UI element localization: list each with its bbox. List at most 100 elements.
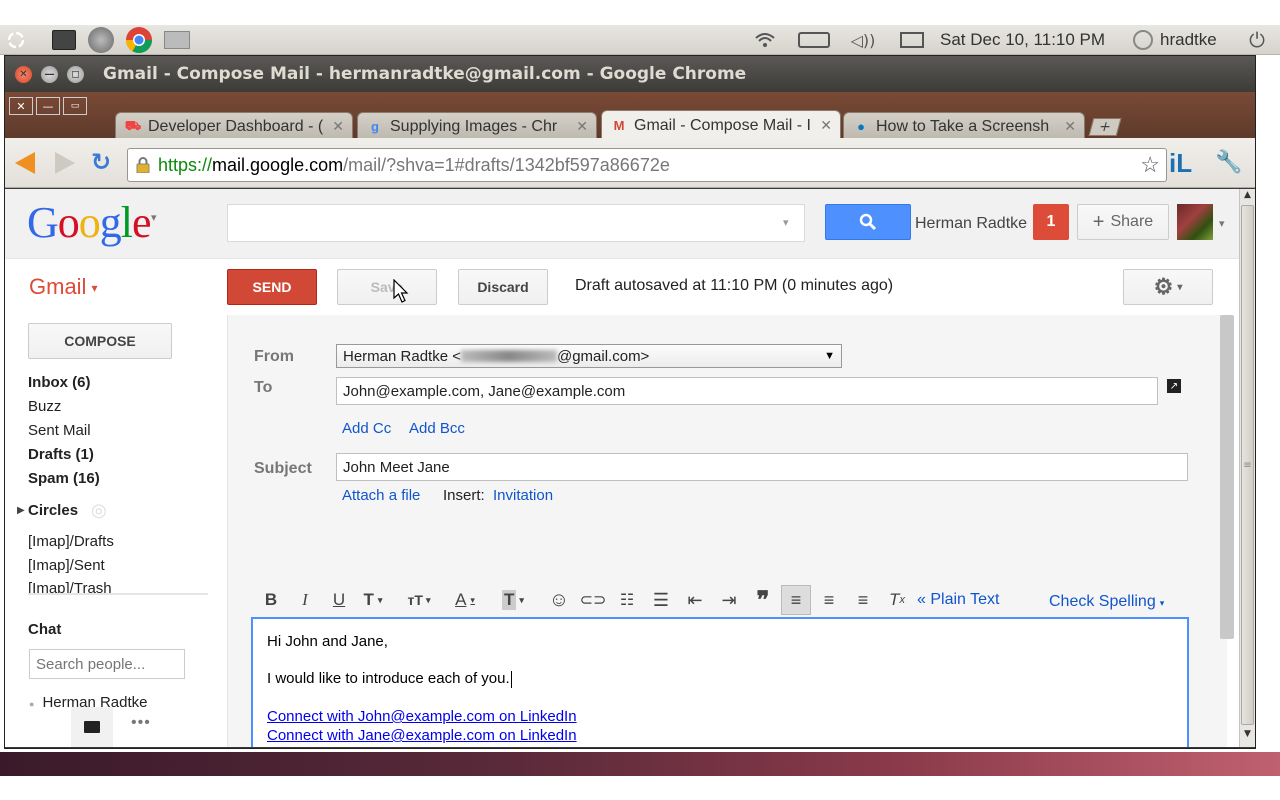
nav-spam[interactable]: Spam (16) — [28, 470, 100, 487]
notification-badge[interactable]: 1 — [1033, 204, 1069, 240]
close-window-icon[interactable]: ✕ — [15, 66, 32, 83]
workspace-icon[interactable] — [162, 29, 192, 51]
power-icon[interactable]: ⏻ — [1244, 28, 1270, 52]
indent-less-icon[interactable]: ⇤ — [683, 588, 707, 612]
tab-screenshot-howto[interactable]: ● How to Take a Screensh ✕ — [843, 112, 1085, 140]
new-tab-button[interactable]: + — [1088, 118, 1122, 136]
quote-icon[interactable]: ❞ — [751, 587, 775, 614]
circles-expand-icon[interactable]: ▶ — [17, 505, 25, 516]
popout-icon[interactable]: ↗ — [1167, 379, 1181, 393]
mail-icon[interactable] — [898, 29, 926, 51]
address-bar[interactable]: https://mail.google.com/mail/?shva=1#dra… — [127, 148, 1167, 182]
terminal-icon[interactable] — [50, 29, 78, 51]
google-logo[interactable]: Google — [27, 197, 152, 248]
font-icon[interactable]: T ▾ — [361, 588, 385, 612]
minimize-window-icon[interactable]: — — [41, 66, 58, 83]
search-button[interactable] — [825, 204, 911, 240]
tab-supplying-images[interactable]: g Supplying Images - Chr ✕ — [357, 112, 597, 140]
tab-close-icon[interactable]: ✕ — [332, 118, 344, 135]
tab-gmail-compose[interactable]: M Gmail - Compose Mail - I ✕ — [601, 110, 841, 140]
save-button[interactable]: Save — [337, 269, 437, 305]
logo-dropdown-icon[interactable]: ▾ — [151, 211, 157, 224]
bold-icon[interactable]: B — [259, 588, 283, 612]
ubuntu-logo-icon[interactable] — [4, 29, 28, 51]
browser-globe-icon[interactable] — [86, 27, 116, 53]
account-name[interactable]: Herman Radtke — [915, 215, 1027, 233]
forward-arrow-icon[interactable] — [55, 152, 75, 174]
add-bcc-link[interactable]: Add Bcc — [409, 420, 465, 437]
text-color-icon[interactable]: A ▾ — [453, 588, 477, 612]
from-select[interactable]: Herman Radtke < @gmail.com> ▼ — [336, 344, 842, 368]
nav-sent-mail[interactable]: Sent Mail — [28, 422, 91, 439]
tab-close-icon[interactable]: ✕ — [1064, 118, 1076, 135]
search-input[interactable] — [227, 204, 805, 242]
subject-field[interactable]: John Meet Jane — [336, 453, 1188, 481]
datetime[interactable]: Sat Dec 10, 11:10 PM — [940, 29, 1118, 51]
invitation-link[interactable]: Invitation — [493, 487, 553, 504]
underline-icon[interactable]: U — [327, 588, 351, 612]
reload-icon[interactable]: ↻ — [91, 148, 111, 176]
wifi-icon[interactable] — [752, 29, 778, 51]
chrome-minimize-icon[interactable]: — — [36, 97, 60, 115]
message-body[interactable]: Hi John and Jane, I would like to introd… — [251, 617, 1189, 747]
tab-close-icon[interactable]: ✕ — [576, 118, 588, 135]
compose-scrollbar[interactable] — [1220, 315, 1234, 639]
bookmark-star-icon[interactable]: ☆ — [1140, 152, 1160, 178]
send-button[interactable]: SEND — [227, 269, 317, 305]
nav-label-drafts[interactable]: [Imap]/Drafts — [28, 533, 114, 550]
wrench-icon[interactable]: 🔧 — [1215, 150, 1242, 175]
scroll-thumb[interactable]: ≡ — [1241, 205, 1254, 725]
nav-buzz[interactable]: Buzz — [28, 398, 61, 415]
emoji-icon[interactable]: ☺ — [547, 588, 571, 612]
share-button[interactable]: + Share — [1077, 204, 1169, 240]
gmail-menu[interactable]: Gmail ▾ — [29, 274, 97, 300]
settings-button[interactable]: ⚙ ▾ — [1123, 269, 1213, 305]
chrome-maximize-icon[interactable]: ▭ — [63, 97, 87, 115]
back-arrow-icon[interactable] — [15, 152, 35, 174]
chrome-close-icon[interactable]: ✕ — [9, 97, 33, 115]
check-spelling-link[interactable]: Check Spelling ▾ — [1049, 593, 1164, 611]
linkedin-link-jane[interactable]: Connect with Jane@example.com on LinkedI… — [267, 727, 577, 744]
link-icon[interactable]: ⊂⊃ — [580, 588, 607, 612]
align-center-icon[interactable]: ≡ — [817, 588, 841, 612]
remove-formatting-icon[interactable]: Tx — [885, 588, 909, 612]
tab-close-icon[interactable]: ✕ — [820, 117, 832, 134]
chat-bubble-icon[interactable] — [71, 707, 113, 747]
nav-circles[interactable]: Circles — [28, 502, 78, 519]
italic-icon[interactable]: I — [293, 588, 317, 612]
linkedin-link-john[interactable]: Connect with John@example.com on LinkedI… — [267, 708, 577, 725]
user-name[interactable]: hradtke — [1160, 29, 1230, 51]
compose-button[interactable]: COMPOSE — [28, 323, 172, 359]
avatar-dropdown-icon[interactable]: ▾ — [1219, 217, 1225, 230]
add-cc-link[interactable]: Add Cc — [342, 420, 391, 437]
extension-il-icon[interactable]: iL — [1169, 148, 1192, 179]
search-people-input[interactable] — [29, 649, 185, 679]
chat-contact[interactable]: ● Herman Radtke — [29, 694, 209, 708]
align-left-icon[interactable]: ≡ — [781, 585, 811, 615]
nav-drafts[interactable]: Drafts (1) — [28, 446, 94, 463]
nav-inbox[interactable]: Inbox (6) — [28, 374, 91, 391]
page-scrollbar[interactable]: ▲ ≡ ▼ — [1239, 189, 1255, 747]
volume-icon[interactable]: ◁)) — [850, 29, 876, 51]
avatar[interactable] — [1177, 204, 1213, 240]
indent-more-icon[interactable]: ⇥ — [717, 588, 741, 612]
more-options-icon[interactable]: ••• — [131, 714, 151, 732]
battery-icon[interactable] — [796, 29, 832, 51]
discard-button[interactable]: Discard — [458, 269, 548, 305]
search-options-dropdown-icon[interactable]: ▾ — [783, 216, 789, 229]
maximize-window-icon[interactable]: ◻ — [67, 66, 84, 83]
highlight-color-icon[interactable]: T ▾ — [501, 588, 525, 612]
plain-text-link[interactable]: « Plain Text — [917, 591, 999, 609]
scroll-up-icon[interactable]: ▲ — [1241, 190, 1254, 204]
tab-developer-dashboard[interactable]: ⛟ Developer Dashboard - ( ✕ — [115, 112, 353, 140]
scroll-down-icon[interactable]: ▼ — [1241, 729, 1254, 743]
align-right-icon[interactable]: ≡ — [851, 588, 875, 612]
nav-label-trash[interactable]: [Imap]/Trash — [28, 580, 112, 594]
font-size-icon[interactable]: тT ▾ — [407, 588, 431, 612]
bullet-list-icon[interactable]: ☰ — [649, 588, 673, 612]
numbered-list-icon[interactable]: ☷ — [615, 588, 639, 612]
to-field[interactable]: John@example.com, Jane@example.com — [336, 377, 1158, 405]
chrome-icon[interactable] — [124, 27, 154, 54]
attach-file-link[interactable]: Attach a file — [342, 487, 420, 504]
nav-label-sent[interactable]: [Imap]/Sent — [28, 557, 105, 574]
